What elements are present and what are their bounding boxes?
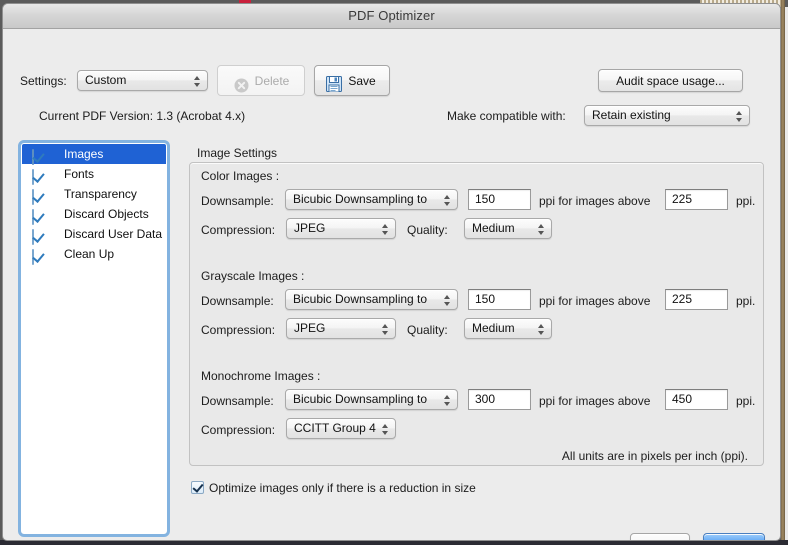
chevron-updown-icon [382, 422, 389, 437]
color-compression-dropdown[interactable]: JPEG [286, 218, 396, 239]
delete-button[interactable]: Delete [217, 65, 305, 96]
units-note: All units are in pixels per inch (ppi). [562, 449, 748, 463]
grayscale-compression-value: JPEG [294, 321, 325, 335]
make-compatible-value: Retain existing [592, 108, 671, 122]
color-compression-value: JPEG [294, 221, 325, 235]
image-settings-group-title: Image Settings [197, 146, 277, 160]
chevron-updown-icon [736, 109, 743, 124]
chevron-updown-icon [538, 322, 545, 337]
optimize-images-label: Optimize images only if there is a reduc… [209, 481, 476, 495]
color-images-title: Color Images : [201, 169, 279, 183]
checkbox-clean-up[interactable] [32, 247, 46, 261]
pdf-optimizer-dialog: PDF Optimizer Settings: Custom Delete [2, 3, 781, 541]
chevron-updown-icon [382, 222, 389, 237]
grayscale-compression-dropdown[interactable]: JPEG [286, 318, 396, 339]
chevron-updown-icon [444, 193, 451, 208]
monochrome-compression-dropdown[interactable]: CCITT Group 4 [286, 418, 396, 439]
sidebar-item-label: Discard User Data [64, 227, 162, 241]
checkbox-fonts[interactable] [32, 167, 46, 181]
monochrome-compression-value: CCITT Group 4 [294, 421, 376, 435]
sidebar-item-label: Fonts [64, 167, 94, 181]
grayscale-downsample-label: Downsample: [201, 294, 274, 308]
chevron-updown-icon [538, 222, 545, 237]
checkbox-images[interactable] [32, 147, 46, 161]
optimize-images-checkbox[interactable] [191, 481, 204, 494]
chevron-updown-icon [444, 393, 451, 408]
make-compatible-label: Make compatible with: [447, 109, 566, 123]
monochrome-downsample-ppi-input[interactable]: 300 [468, 389, 531, 410]
monochrome-downsample-label: Downsample: [201, 394, 274, 408]
color-quality-label: Quality: [407, 223, 448, 237]
monochrome-downsample-method-value: Bicubic Downsampling to [293, 392, 427, 406]
monochrome-threshold-ppi-input[interactable]: 450 [665, 389, 728, 410]
grayscale-compression-label: Compression: [201, 323, 275, 337]
checkbox-discard-objects[interactable] [32, 207, 46, 221]
ok-button[interactable]: OK [703, 533, 765, 541]
sidebar-item-transparency[interactable]: Transparency [22, 184, 166, 204]
checkbox-discard-user-data[interactable] [32, 227, 46, 241]
chevron-updown-icon [444, 293, 451, 308]
settings-panel-list[interactable]: Images Fonts Transparency Discard Object… [21, 143, 167, 534]
monochrome-ppi-above-label: ppi for images above [539, 394, 650, 408]
sidebar-item-fonts[interactable]: Fonts [22, 164, 166, 184]
sidebar-item-clean-up[interactable]: Clean Up [22, 244, 166, 264]
grayscale-threshold-ppi-input[interactable]: 225 [665, 289, 728, 310]
audit-space-usage-button[interactable]: Audit space usage... [598, 69, 743, 92]
circle-x-icon [234, 74, 249, 89]
checkbox-transparency[interactable] [32, 187, 46, 201]
color-quality-value: Medium [472, 221, 515, 235]
chevron-updown-icon [382, 322, 389, 337]
color-threshold-ppi-input[interactable]: 225 [665, 189, 728, 210]
grayscale-images-title: Grayscale Images : [201, 269, 304, 283]
monochrome-downsample-method-dropdown[interactable]: Bicubic Downsampling to [285, 389, 458, 410]
color-quality-dropdown[interactable]: Medium [464, 218, 552, 239]
current-pdf-version: Current PDF Version: 1.3 (Acrobat 4.x) [39, 109, 245, 123]
dialog-body: Settings: Custom Delete [3, 29, 780, 541]
dialog-title: PDF Optimizer [3, 8, 780, 23]
sidebar-item-label: Discard Objects [64, 207, 149, 221]
color-compression-label: Compression: [201, 223, 275, 237]
floppy-disk-icon [326, 73, 342, 89]
cancel-button[interactable]: Cancel [630, 533, 690, 541]
color-downsample-method-dropdown[interactable]: Bicubic Downsampling to [285, 189, 458, 210]
color-ppi-above-label: ppi for images above [539, 194, 650, 208]
settings-dropdown[interactable]: Custom [77, 70, 208, 91]
sidebar-item-images[interactable]: Images [22, 144, 166, 164]
dialog-titlebar[interactable]: PDF Optimizer [3, 4, 780, 29]
monochrome-ppi-suffix: ppi. [736, 394, 755, 408]
sidebar-item-discard-user-data[interactable]: Discard User Data [22, 224, 166, 244]
grayscale-quality-dropdown[interactable]: Medium [464, 318, 552, 339]
grayscale-ppi-above-label: ppi for images above [539, 294, 650, 308]
monochrome-images-title: Monochrome Images : [201, 369, 320, 383]
grayscale-downsample-method-dropdown[interactable]: Bicubic Downsampling to [285, 289, 458, 310]
settings-label: Settings: [20, 74, 67, 88]
color-downsample-ppi-input[interactable]: 150 [468, 189, 531, 210]
chevron-updown-icon [194, 74, 201, 89]
sidebar-item-label: Images [64, 147, 103, 161]
grayscale-ppi-suffix: ppi. [736, 294, 755, 308]
grayscale-quality-label: Quality: [407, 323, 448, 337]
color-downsample-method-value: Bicubic Downsampling to [293, 192, 427, 206]
settings-dropdown-value: Custom [85, 73, 126, 87]
monochrome-compression-label: Compression: [201, 423, 275, 437]
grayscale-quality-value: Medium [472, 321, 515, 335]
sidebar-item-label: Clean Up [64, 247, 114, 261]
grayscale-downsample-ppi-input[interactable]: 150 [468, 289, 531, 310]
make-compatible-dropdown[interactable]: Retain existing [584, 105, 750, 126]
color-ppi-suffix: ppi. [736, 194, 755, 208]
sidebar-item-label: Transparency [64, 187, 137, 201]
grayscale-downsample-method-value: Bicubic Downsampling to [293, 292, 427, 306]
color-downsample-label: Downsample: [201, 194, 274, 208]
save-button[interactable]: Save [314, 65, 390, 96]
sidebar-item-discard-objects[interactable]: Discard Objects [22, 204, 166, 224]
